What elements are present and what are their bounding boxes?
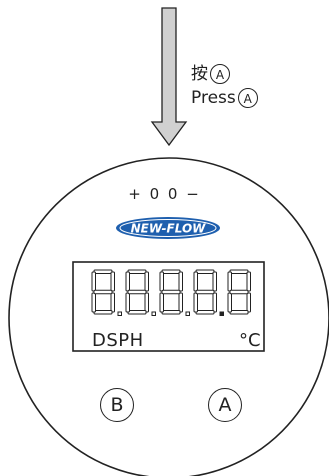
digit-3-segment <box>159 292 164 313</box>
digit-4-segment <box>193 271 198 292</box>
digit-1-segment <box>93 269 113 274</box>
diagram-graphics: NEW-FLOW <box>8 7 329 476</box>
digit-4-segment <box>195 269 215 274</box>
digit-4-segment <box>212 271 217 292</box>
digit-5-segment <box>227 292 232 313</box>
digit-1-segment <box>91 292 96 313</box>
button-a[interactable]: A <box>208 388 242 422</box>
digit-5-segment <box>229 310 249 315</box>
decimal-point-3 <box>185 311 190 316</box>
digit-4-segment <box>193 292 198 313</box>
new-flow-logo: NEW-FLOW <box>116 217 220 239</box>
digit-4-segment <box>195 289 215 295</box>
digit-2-segment <box>127 310 147 315</box>
digit-1-segment <box>93 310 113 315</box>
adjust-indicator-label: + 0 0 − <box>128 185 201 203</box>
decimal-point-4 <box>219 311 224 316</box>
digit-5-segment <box>229 289 249 295</box>
button-a-reference-icon: A <box>210 64 230 84</box>
press-instruction-cn: 按A <box>191 59 230 84</box>
digit-2-segment <box>125 271 130 292</box>
digit-2-segment <box>127 269 147 274</box>
digit-2-segment <box>125 292 130 313</box>
digit-4-segment <box>195 310 215 315</box>
button-a-reference-icon: A <box>237 88 258 108</box>
digit-5-segment <box>246 292 251 313</box>
unit-label: °C <box>239 330 261 351</box>
logo-text: NEW-FLOW <box>131 222 207 236</box>
digit-5-segment <box>229 269 249 274</box>
display-mode-label: DSPH <box>92 330 144 351</box>
digit-1-segment <box>110 271 115 292</box>
digit-2-segment <box>127 289 147 295</box>
digit-3-segment <box>178 292 183 313</box>
digit-5-segment <box>246 271 251 292</box>
digit-3-segment <box>161 310 181 315</box>
digit-1-segment <box>110 292 115 313</box>
digit-3-segment <box>178 271 183 292</box>
digit-4-segment <box>212 292 217 313</box>
press-instruction-en: Press A <box>191 88 258 108</box>
digit-5-segment <box>227 271 232 292</box>
digit-3-segment <box>161 289 181 295</box>
button-b[interactable]: B <box>100 388 134 422</box>
digit-2-segment <box>144 292 149 313</box>
digit-3-segment <box>161 269 181 274</box>
digit-3-segment <box>159 271 164 292</box>
diagram: NEW-FLOW 按A Press A + 0 0 − DSPH °C B A <box>0 0 329 476</box>
digit-1-segment <box>91 271 96 292</box>
decimal-point-2 <box>151 311 156 316</box>
decimal-point-1 <box>117 311 122 316</box>
digit-1-segment <box>93 289 113 295</box>
press-arrow <box>150 7 188 147</box>
digit-2-segment <box>144 271 149 292</box>
